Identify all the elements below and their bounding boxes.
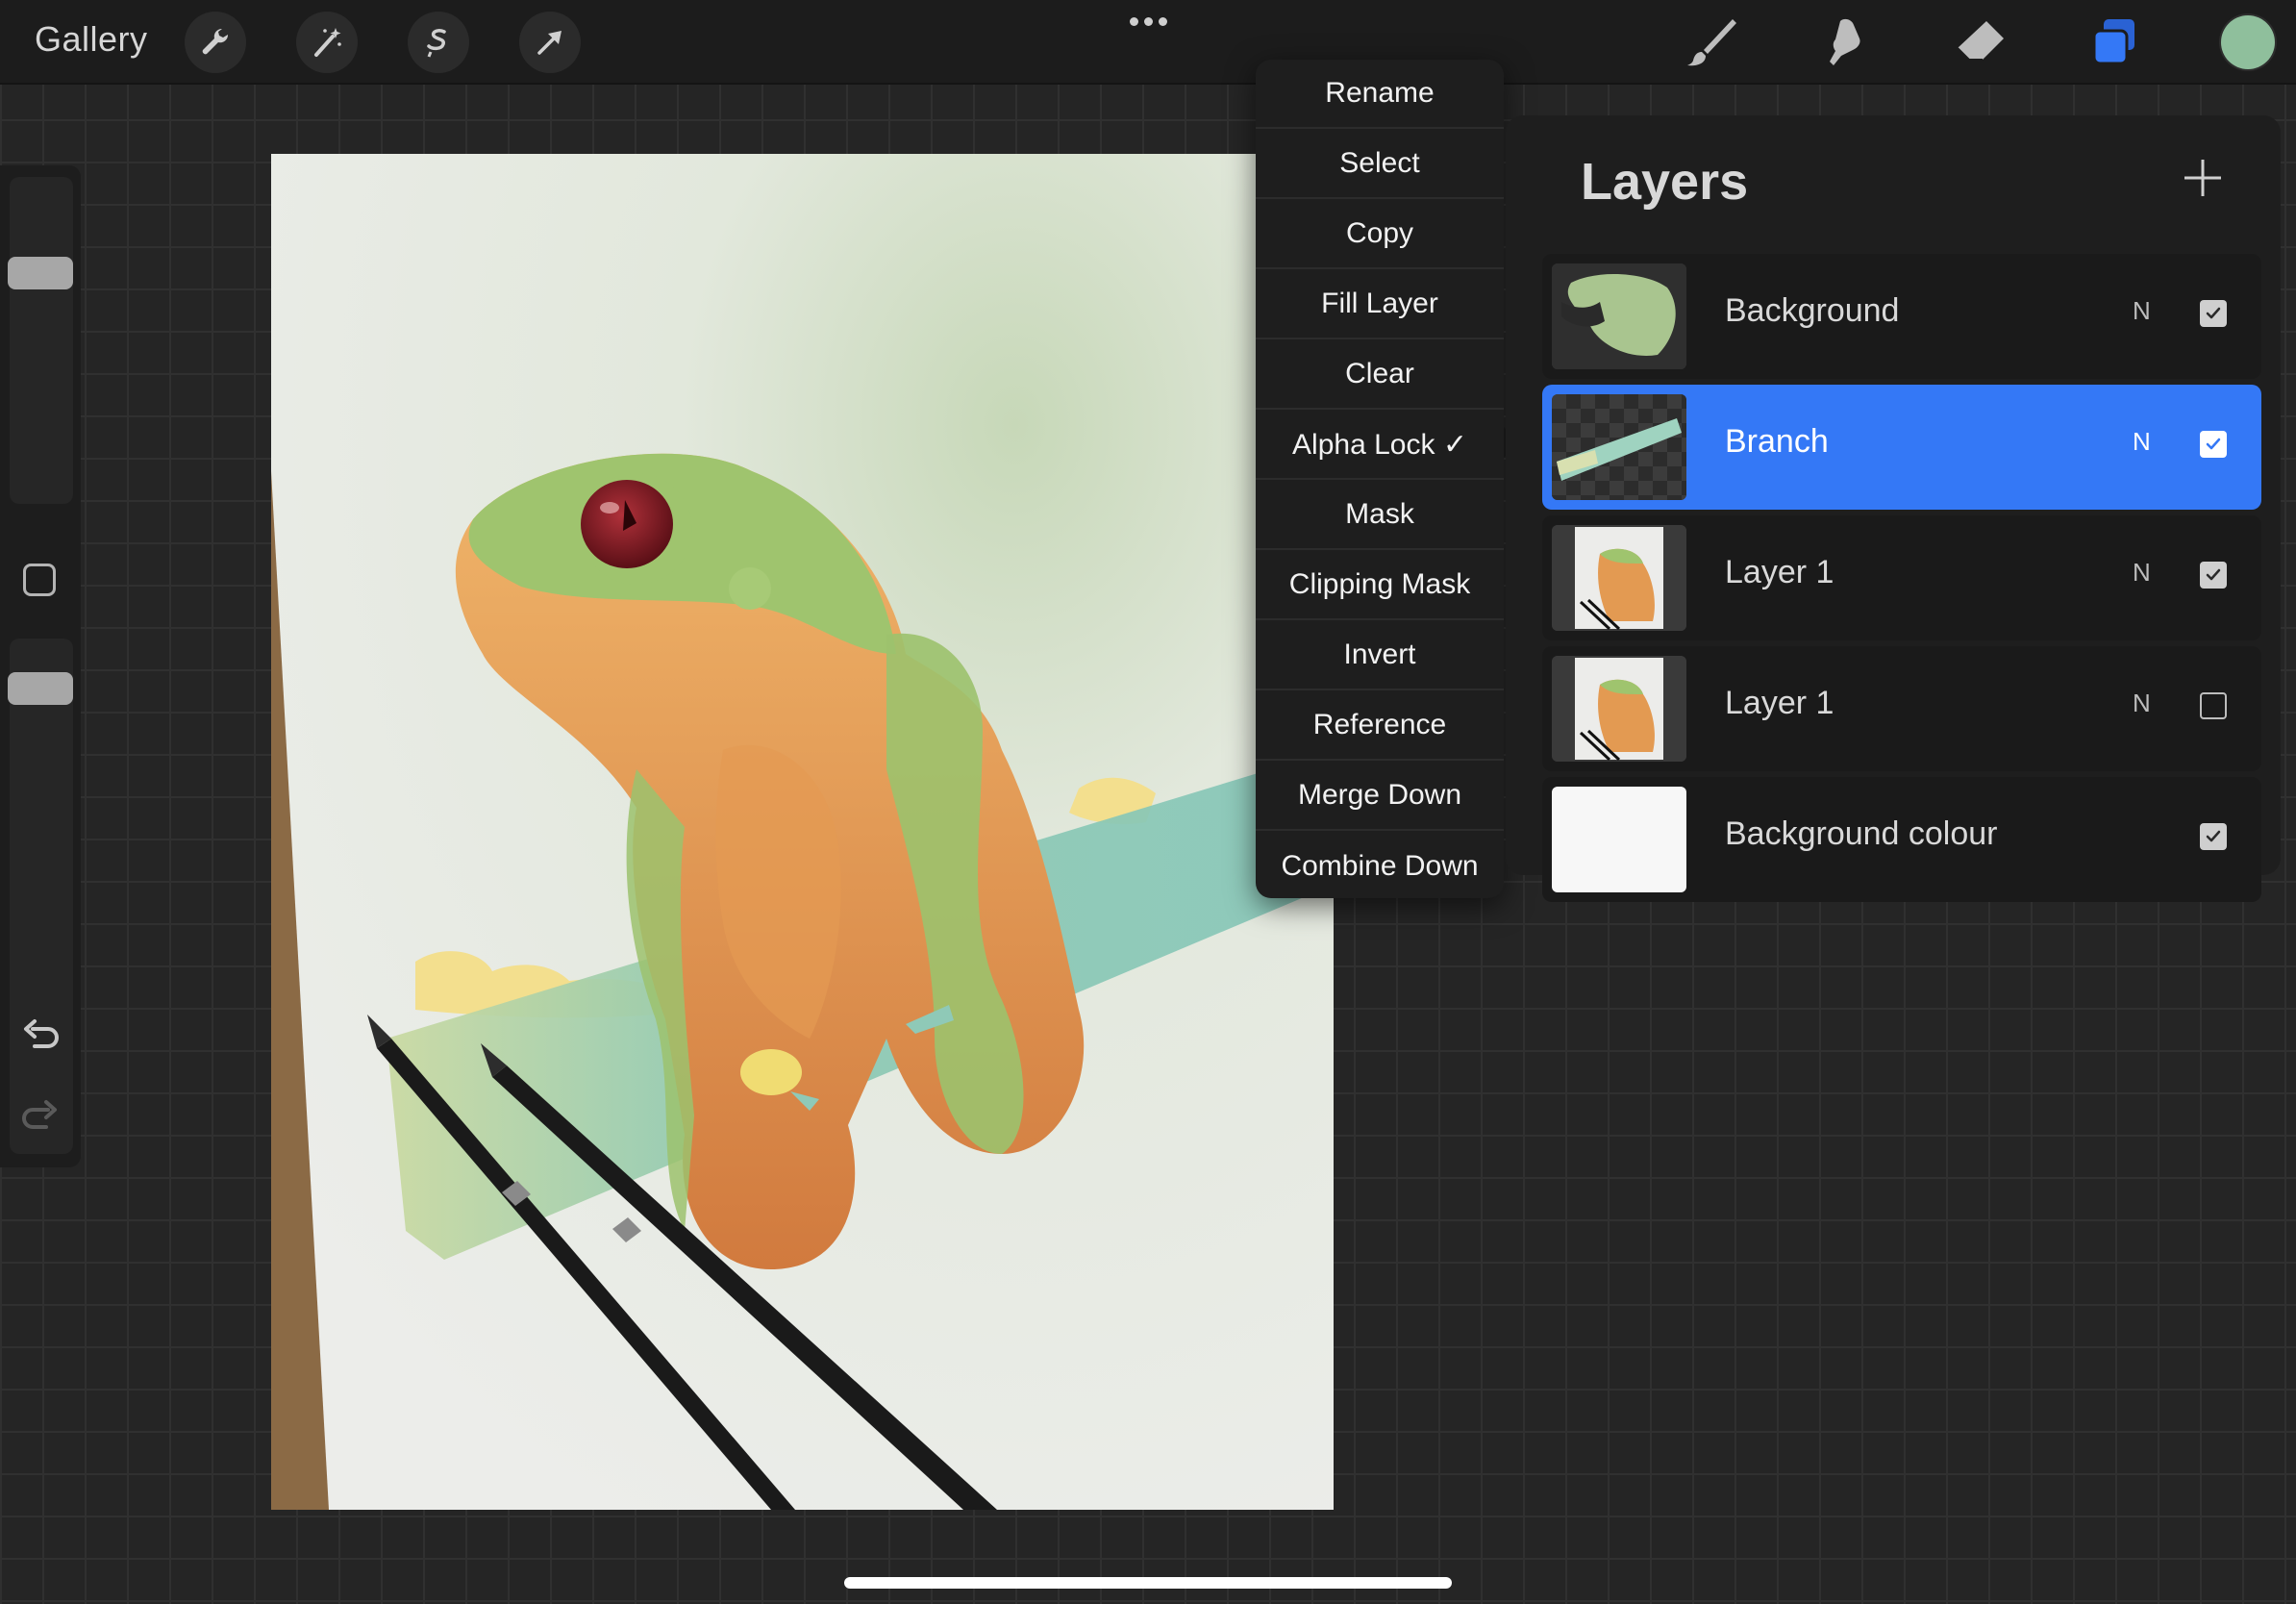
brush-size-slider[interactable] bbox=[8, 177, 73, 504]
blend-mode-button[interactable]: N bbox=[2133, 296, 2151, 326]
layer-thumbnail[interactable] bbox=[1552, 394, 1686, 500]
layer-name: Layer 1 bbox=[1725, 685, 1834, 721]
layer-row-background[interactable]: Background N bbox=[1542, 254, 2261, 379]
layer-name: Background bbox=[1725, 292, 1900, 329]
adjustments-wand-icon[interactable] bbox=[296, 12, 358, 73]
layer-options-menu: Rename Select Copy Fill Layer Clear Alpha Loc… bbox=[1256, 60, 1504, 898]
modify-button[interactable] bbox=[23, 564, 56, 596]
visibility-checkbox[interactable] bbox=[2200, 692, 2227, 719]
menu-item-rename[interactable]: Rename bbox=[1256, 60, 1504, 129]
visibility-checkbox[interactable] bbox=[2200, 431, 2227, 458]
actions-wrench-icon[interactable] bbox=[185, 12, 246, 73]
blend-mode-button[interactable]: N bbox=[2133, 689, 2151, 718]
menu-item-select[interactable]: Select bbox=[1256, 130, 1504, 199]
blend-mode-button[interactable]: N bbox=[2133, 558, 2151, 588]
menu-item-mask[interactable]: Mask bbox=[1256, 481, 1504, 550]
menu-item-merge-down[interactable]: Merge Down bbox=[1256, 762, 1504, 831]
visibility-checkbox[interactable] bbox=[2200, 300, 2227, 327]
eraser-icon[interactable] bbox=[1948, 12, 2013, 73]
layer-thumbnail[interactable] bbox=[1552, 656, 1686, 762]
checkmark-icon bbox=[2206, 568, 2221, 581]
layer-thumbnail[interactable] bbox=[1552, 263, 1686, 369]
menu-item-clear[interactable]: Clear bbox=[1256, 340, 1504, 410]
top-toolbar: Gallery bbox=[0, 0, 2296, 85]
color-picker-swatch[interactable] bbox=[2221, 15, 2275, 69]
layer-row-layer-1[interactable]: Layer 1 N bbox=[1542, 646, 2261, 771]
redo-icon[interactable] bbox=[19, 1096, 62, 1139]
menu-item-clipping-mask[interactable]: Clipping Mask bbox=[1256, 551, 1504, 620]
checkmark-icon bbox=[2206, 438, 2221, 450]
menu-item-reference[interactable]: Reference bbox=[1256, 691, 1504, 761]
menu-item-copy[interactable]: Copy bbox=[1256, 200, 1504, 269]
layer-name: Branch bbox=[1725, 423, 1829, 460]
selection-icon[interactable] bbox=[408, 12, 469, 73]
layers-panel: Layers Background N Branch N Layer 1 N Layer 1… bbox=[1506, 115, 2281, 902]
transform-arrow-icon[interactable] bbox=[519, 12, 581, 73]
gallery-button[interactable]: Gallery bbox=[35, 19, 148, 60]
menu-item-fill-layer[interactable]: Fill Layer bbox=[1256, 270, 1504, 339]
layer-row-branch[interactable]: Branch N bbox=[1542, 385, 2261, 510]
opacity-slider[interactable] bbox=[8, 639, 73, 1154]
menu-item-alpha-lock[interactable]: Alpha Lock ✓ bbox=[1256, 411, 1504, 480]
visibility-checkbox[interactable] bbox=[2200, 562, 2227, 589]
checkmark-icon bbox=[2206, 830, 2221, 842]
blend-mode-button[interactable]: N bbox=[2133, 427, 2151, 457]
undo-icon[interactable] bbox=[19, 1015, 62, 1058]
brush-icon[interactable] bbox=[1679, 12, 1744, 73]
more-options-icon[interactable] bbox=[1125, 12, 1171, 31]
layers-icon[interactable] bbox=[2083, 12, 2148, 73]
layer-name: Layer 1 bbox=[1725, 554, 1834, 590]
visibility-checkbox[interactable] bbox=[2200, 823, 2227, 850]
layer-row-layer-1[interactable]: Layer 1 N bbox=[1542, 515, 2261, 640]
layer-name: Background colour bbox=[1725, 815, 1998, 852]
home-indicator[interactable] bbox=[844, 1577, 1452, 1589]
opacity-slider-thumb[interactable] bbox=[8, 672, 73, 705]
brush-size-slider-thumb[interactable] bbox=[8, 257, 73, 289]
layer-thumbnail[interactable] bbox=[1552, 787, 1686, 892]
menu-item-combine-down[interactable]: Combine Down bbox=[1256, 832, 1504, 901]
plus-icon[interactable] bbox=[2179, 154, 2227, 202]
smudge-icon[interactable] bbox=[1813, 12, 1879, 73]
drawing-canvas[interactable] bbox=[271, 154, 1334, 1510]
menu-item-invert[interactable]: Invert bbox=[1256, 621, 1504, 690]
layer-row-background-colour[interactable]: Background colour bbox=[1542, 777, 2261, 902]
checkmark-icon bbox=[2206, 307, 2221, 319]
artwork-image bbox=[271, 154, 1334, 1510]
layer-thumbnail[interactable] bbox=[1552, 525, 1686, 631]
layers-title: Layers bbox=[1581, 153, 1749, 211]
